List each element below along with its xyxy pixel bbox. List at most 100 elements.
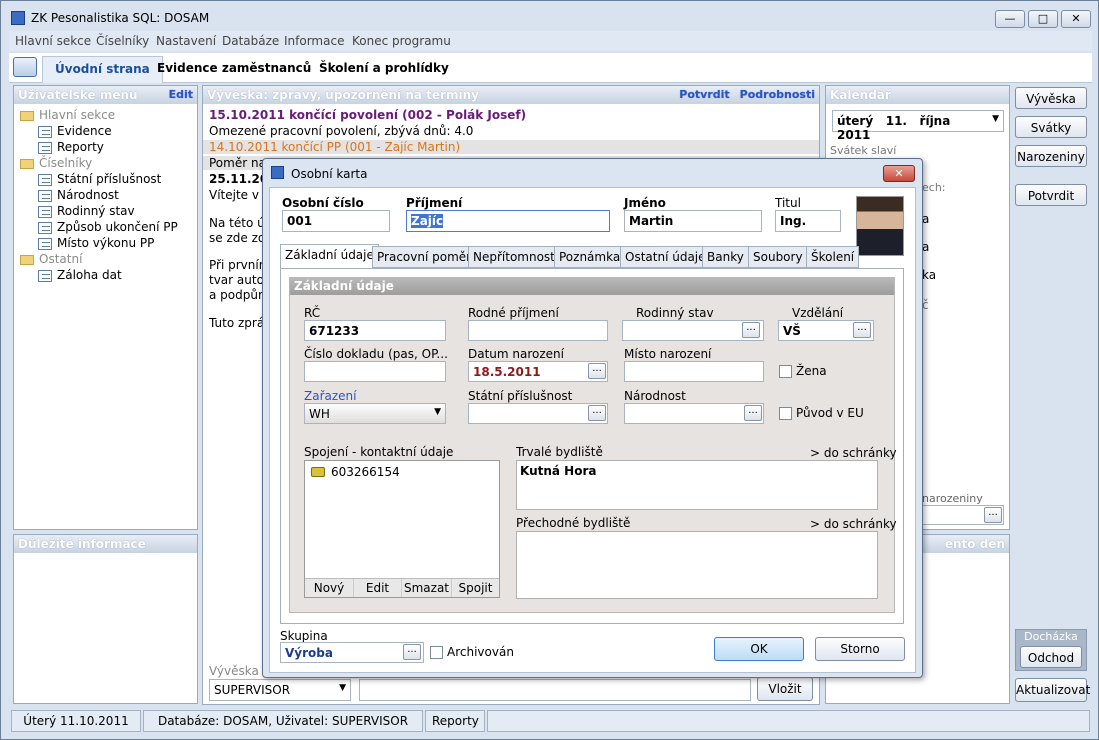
document-icon (38, 189, 52, 202)
close-icon[interactable]: ✕ (1061, 10, 1091, 28)
user-select[interactable]: SUPERVISOR ▼ (209, 679, 351, 701)
dtab-soubory[interactable]: Soubory (748, 246, 808, 268)
menu-ciselniky[interactable]: Číselníky (96, 34, 149, 48)
marital-more-button[interactable]: ... (742, 322, 760, 338)
tree-item-rodinny-stav[interactable]: Rodinný stav (38, 204, 135, 218)
assignment-select[interactable]: WH ▼ (304, 403, 446, 424)
tree-item-ostatni[interactable]: Ostatní (20, 252, 82, 266)
contact-item[interactable]: 603266154 (331, 465, 400, 479)
contact-edit-button[interactable]: Edit (353, 579, 401, 597)
board-message-input[interactable] (359, 679, 751, 701)
dialog-close-icon[interactable]: ✕ (883, 165, 915, 182)
permanent-address-label: Trvalé bydliště (516, 445, 603, 459)
refresh-button[interactable]: Aktualizovat (1015, 678, 1090, 702)
calendar-fragment: ech: (922, 181, 946, 194)
board-line: Vítejte v (209, 188, 259, 202)
birth-surname-field[interactable] (468, 320, 608, 341)
group-more-button[interactable]: ... (403, 644, 421, 660)
tree-item-reporty[interactable]: Reporty (38, 140, 104, 154)
board-details-link[interactable]: Podrobnosti (740, 88, 815, 101)
tree-item-zaloha-dat[interactable]: Záloha dat (38, 268, 122, 282)
archived-checkbox[interactable] (430, 646, 443, 659)
tab-skoleni[interactable]: Školení a prohlídky (307, 56, 461, 83)
birth-date-picker-button[interactable]: ... (588, 363, 606, 379)
confirm-button[interactable]: Potvrdit (1015, 184, 1087, 206)
maximize-icon[interactable]: □ (1028, 10, 1058, 28)
calendar-fragment: a (922, 212, 930, 226)
personal-number-field[interactable]: 001 (282, 210, 390, 232)
basic-info-section: Základní údaje RČ 671233 Rodné příjmení … (289, 277, 897, 613)
post-button[interactable]: Vložit (757, 677, 813, 701)
holidays-button[interactable]: Svátky (1015, 116, 1087, 138)
user-menu-edit-link[interactable]: Edit (169, 88, 193, 101)
app-title: ZK Pesonalistika SQL: DOSAM (31, 11, 210, 25)
permanent-address-field[interactable]: Kutná Hora (516, 460, 878, 510)
dtab-banky[interactable]: Banky (702, 246, 749, 268)
date-picker[interactable]: úterý 11. října 2011 ▼ (832, 110, 1004, 142)
menu-nastaveni[interactable]: Nastavení (156, 34, 216, 48)
education-label: Vzdělání (792, 306, 844, 320)
surname-field[interactable]: Zajíc (406, 210, 610, 232)
tab-evidence[interactable]: Evidence zaměstnanců (145, 56, 323, 83)
birthdays-more-button[interactable]: ... (984, 507, 1002, 523)
user-menu-panel: Uživatelské menu Edit Hlavní sekce Evide… (13, 85, 198, 530)
board-line: 15.10.2011 končící povolení (002 - Polák… (209, 108, 527, 122)
birth-date-field[interactable]: 18.5.2011 (468, 361, 608, 382)
minimize-icon[interactable]: — (995, 10, 1025, 28)
dtab-zakladni-udaje[interactable]: Základní údaje (280, 244, 379, 268)
dtab-skoleni[interactable]: Školení (806, 246, 860, 268)
board-button[interactable]: Vývěska (1015, 87, 1087, 109)
dialog-body: Osobní číslo 001 Příjmení Zajíc Jméno Ma… (269, 187, 916, 673)
menu-informace[interactable]: Informace (284, 34, 344, 48)
personal-number-label: Osobní číslo (282, 196, 364, 210)
tree-item-evidence[interactable]: Evidence (38, 124, 112, 138)
menu-databaze[interactable]: Databáze (222, 34, 279, 48)
ok-button[interactable]: OK (714, 637, 804, 661)
tree-item-statni-prislusnost[interactable]: Státní příslušnost (38, 172, 161, 186)
eu-origin-checkbox[interactable] (779, 407, 792, 420)
tree-item-hlavni-sekce[interactable]: Hlavní sekce (20, 108, 115, 122)
temporary-clipboard-link[interactable]: > do schránky (810, 517, 897, 531)
citizenship-more-button[interactable]: ... (588, 405, 606, 421)
menu-hlavni-sekce[interactable]: Hlavní sekce (15, 34, 91, 48)
tree-item-misto-vykonu[interactable]: Místo výkonu PP (38, 236, 154, 250)
board-line: 14.10.2011 končící PP (001 - Zajíc Marti… (203, 140, 819, 154)
rc-field[interactable]: 671233 (304, 320, 446, 341)
title-field[interactable]: Ing. (775, 210, 841, 232)
tree-item-zpusob-ukonceni[interactable]: Způsob ukončení PP (38, 220, 178, 234)
nationality-field[interactable] (624, 403, 764, 424)
birthdays-button[interactable]: Narozeniny (1015, 145, 1087, 167)
board-confirm-link[interactable]: Potvrdit (679, 88, 729, 101)
woman-checkbox[interactable] (779, 365, 792, 378)
menu-konec[interactable]: Konec programu (352, 34, 451, 48)
leave-button[interactable]: Odchod (1020, 646, 1082, 668)
dtab-pracovni-pomer[interactable]: Pracovní poměr (372, 246, 477, 268)
contact-new-button[interactable]: Nový (305, 579, 353, 597)
assignment-label: Zařazení (304, 389, 357, 403)
temporary-address-field[interactable] (516, 531, 878, 599)
contacts-list[interactable]: 603266154 Nový Edit Smazat Spojit (304, 460, 500, 598)
dtab-ostatni-udaje[interactable]: Ostatní údaje (620, 246, 711, 268)
tree-item-ciselniky[interactable]: Číselníky (20, 156, 92, 170)
nationality-more-button[interactable]: ... (744, 405, 762, 421)
citizenship-field[interactable] (468, 403, 608, 424)
name-field[interactable]: Martin (624, 210, 762, 232)
dtab-nepritomnost[interactable]: Nepřítomnost (468, 246, 560, 268)
cancel-button[interactable]: Storno (815, 637, 905, 661)
education-more-button[interactable]: ... (853, 322, 871, 338)
home-toolbar-icon[interactable] (13, 57, 37, 77)
status-section: Reporty (425, 710, 485, 732)
contact-delete-button[interactable]: Smazat (401, 579, 451, 597)
person-photo[interactable] (856, 196, 904, 256)
user-menu-title: Uživatelské menu (18, 88, 138, 102)
permanent-clipboard-link[interactable]: > do schránky (810, 446, 897, 460)
contacts-button-bar: Nový Edit Smazat Spojit (305, 578, 499, 597)
doc-field[interactable] (304, 361, 446, 382)
document-icon (38, 125, 52, 138)
birth-place-field[interactable] (624, 361, 764, 382)
tree-item-narodnost[interactable]: Národnost (38, 188, 119, 202)
dtab-poznamka[interactable]: Poznámka (554, 246, 626, 268)
contact-link-button[interactable]: Spojit (451, 579, 499, 597)
app-icon (11, 11, 25, 25)
calendar-day: úterý (837, 114, 874, 128)
